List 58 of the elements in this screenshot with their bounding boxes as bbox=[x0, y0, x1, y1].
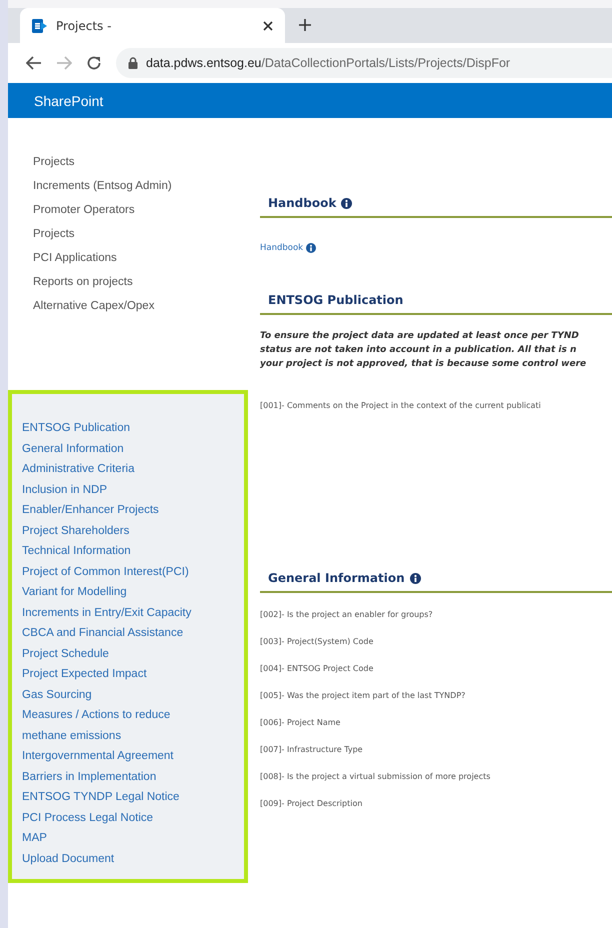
field-label: [006]- Project Name bbox=[260, 718, 340, 728]
browser-tab[interactable]: Projects - bbox=[20, 8, 285, 43]
section-link[interactable]: General Information bbox=[22, 438, 124, 459]
lock-icon bbox=[128, 57, 138, 69]
section-link[interactable]: Measures / Actions to reduce methane emissions bbox=[22, 705, 215, 746]
field-label: [002]- Is the project an enabler for groups? bbox=[260, 610, 433, 620]
section-link[interactable]: CBCA and Financial Assistance bbox=[22, 623, 184, 644]
nav-link[interactable]: Projects bbox=[33, 150, 75, 174]
nav-link[interactable]: Increments (Entsog Admin) bbox=[33, 174, 172, 198]
nav-link[interactable]: Reports on projects bbox=[33, 270, 133, 294]
suite-title[interactable]: SharePoint bbox=[34, 92, 104, 108]
section-link[interactable]: Barriers in Implementation bbox=[22, 766, 156, 787]
close-icon[interactable] bbox=[263, 20, 273, 30]
sharepoint-logo-icon bbox=[32, 18, 48, 34]
field-label: [009]- Project Description bbox=[260, 799, 362, 809]
notice-text: your project is not approved, that is because some control were bbox=[260, 358, 586, 371]
section-link[interactable]: Technical Information bbox=[22, 541, 131, 562]
section-link[interactable]: ENTSOG Publication bbox=[22, 418, 130, 438]
field-label: [007]- Infrastructure Type bbox=[260, 745, 363, 755]
section-heading: General Information bbox=[268, 571, 405, 585]
field-label: [005]- Was the project item part of the last TYNDP? bbox=[260, 691, 466, 701]
nav-link[interactable]: Promoter Operators bbox=[33, 198, 135, 222]
section-link[interactable]: ENTSOG TYNDP Legal Notice bbox=[22, 787, 180, 808]
section-link[interactable]: Gas Sourcing bbox=[22, 684, 92, 705]
section-link[interactable]: Intergovernmental Agreement bbox=[22, 746, 174, 766]
info-icon[interactable] bbox=[306, 243, 316, 253]
section-link[interactable]: PCI Process Legal Notice bbox=[22, 808, 154, 828]
section-link[interactable]: MAP bbox=[22, 828, 47, 848]
section-link[interactable]: Project Shareholders bbox=[22, 520, 130, 541]
field-label: [001]- Comments on the Project in the context of the current publicati bbox=[260, 401, 541, 411]
handbook-link[interactable]: Handbook bbox=[260, 243, 304, 253]
info-icon[interactable] bbox=[410, 572, 421, 584]
notice-text: To ensure the project data are updated at least once per TYND bbox=[260, 330, 579, 343]
field-label: [003]- Project(System) Code bbox=[260, 637, 374, 647]
section-link[interactable]: Project of Common Interest(PCI) bbox=[22, 562, 189, 582]
section-heading: ENTSOG Publication bbox=[268, 293, 404, 307]
back-icon[interactable] bbox=[26, 56, 42, 70]
reload-icon[interactable] bbox=[86, 55, 102, 71]
url-text: data.pdws.entsog.eu/DataCollectionPortals/Lists/Projects/DispFor bbox=[146, 56, 510, 70]
notice-text: status are not taken into account in a publication. All that is n bbox=[260, 344, 576, 357]
section-link[interactable]: Inclusion in NDP bbox=[22, 480, 108, 500]
field-label: [008]- Is the project a virtual submission of more projects bbox=[260, 772, 490, 782]
info-icon[interactable] bbox=[341, 198, 352, 208]
section-link[interactable]: Project Expected Impact bbox=[22, 664, 147, 684]
section-heading: Handbook bbox=[268, 196, 336, 210]
nav-link[interactable]: PCI Applications bbox=[33, 246, 117, 270]
section-link[interactable]: Administrative Criteria bbox=[22, 459, 134, 480]
address-bar[interactable]: data.pdws.entsog.eu/DataCollectionPortals/Lists/Projects/DispFor bbox=[116, 48, 612, 78]
field-label: [004]- ENTSOG Project Code bbox=[260, 664, 374, 674]
section-link[interactable]: Variant for Modelling bbox=[22, 582, 127, 602]
tab-title: Projects - bbox=[56, 18, 112, 32]
section-link[interactable]: Project Schedule bbox=[22, 644, 109, 664]
nav-link[interactable]: Projects bbox=[33, 222, 75, 246]
section-link[interactable]: Upload Document bbox=[22, 848, 114, 869]
section-link[interactable]: Enabler/Enhancer Projects bbox=[22, 500, 159, 520]
section-link[interactable]: Increments in Entry/Exit Capacity bbox=[22, 602, 192, 623]
new-tab-icon[interactable] bbox=[299, 19, 311, 31]
nav-link[interactable]: Alternative Capex/Opex bbox=[33, 294, 154, 318]
